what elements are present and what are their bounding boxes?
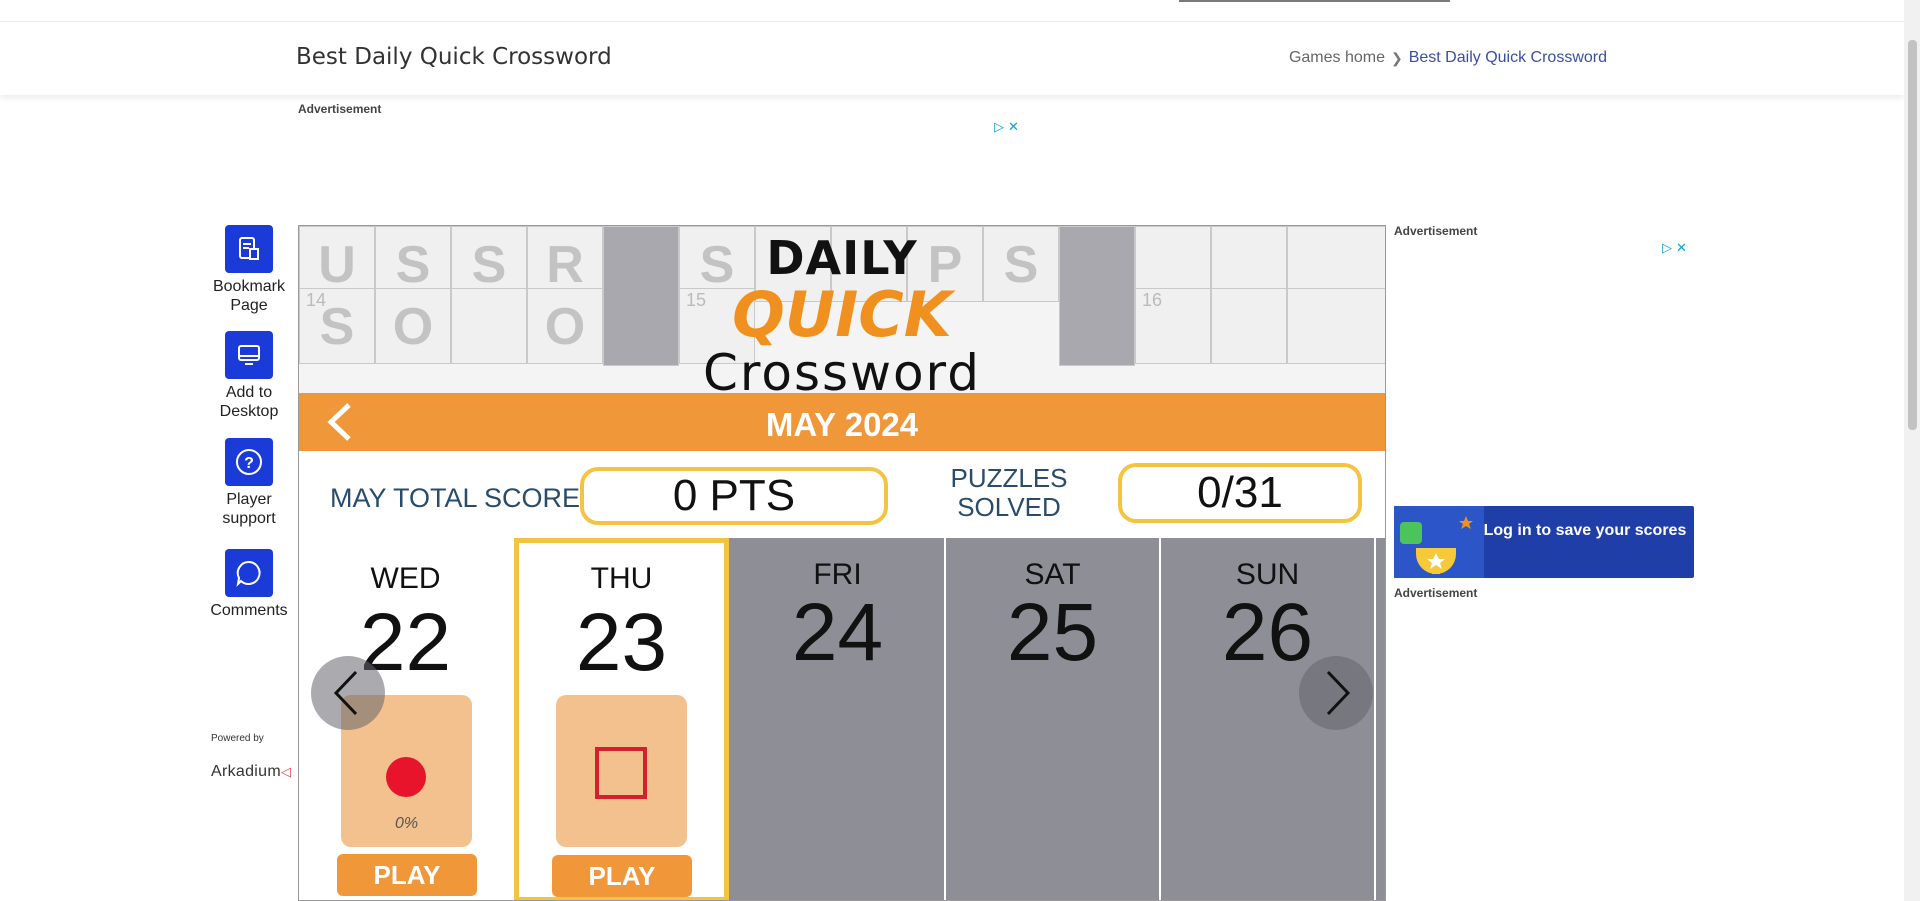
scrollbar-thumb[interactable] [1908,40,1917,430]
page-scrollbar[interactable] [1904,0,1920,901]
cell-number: 16 [1142,290,1163,310]
not-started-square-icon [595,747,647,799]
ad-controls-top: ▷ ✕ [994,119,1019,135]
day-card-thu[interactable]: THU 23 PLAY [514,538,729,900]
score-panel: MAY TOTAL SCORE 0 PTS PUZZLES SOLVED 0/3… [299,451,1385,538]
days-carousel: WED 22 0% PLAY THU 23 PLAY FRI 24 SAT 25… [299,538,1385,900]
ad-choices-icon[interactable]: ▷ [994,119,1004,135]
game-banner: U S S R S P S 14 S O O 15 16 DAILY QUICK … [299,226,1385,393]
ad-close-icon[interactable]: ✕ [1008,119,1019,135]
puzzles-solved-label: PUZZLES SOLVED [950,463,1068,522]
total-score-label: MAY TOTAL SCORE [330,483,581,513]
site-header: Best Daily Quick Crossword Games home ❯ … [0,22,1904,95]
month-header: MAY 2024 [299,393,1385,451]
sidebar-item-label: Player support [222,491,276,527]
breadcrumb: Games home ❯ Best Daily Quick Crossword [1289,49,1607,67]
ad-label-right-lower: Advertisement [1394,586,1478,600]
breadcrumb-games-home[interactable]: Games home [1289,49,1385,67]
arkadium-logo[interactable]: Arkadium◁ [211,763,291,781]
banner-cell: O [375,288,451,364]
chevron-right-icon: ❯ [1390,49,1403,66]
play-button[interactable]: PLAY [337,854,477,896]
logo-line-daily: DAILY [766,231,918,285]
chevron-right-icon [1326,670,1351,716]
sidebar-item-label: Add to Desktop [219,384,279,420]
banner-cell: 16 [1135,288,1211,364]
carousel-prev-button[interactable] [311,656,385,730]
powered-by-label: Powered by [211,733,264,744]
desktop-icon[interactable] [225,331,273,379]
day-of-week: THU [590,562,653,595]
trophy-icon [1394,506,1484,578]
top-divider [1179,0,1450,2]
svg-text:?: ? [244,455,254,472]
banner-cell: 14 S [299,288,375,364]
progress-percent: 0% [394,815,419,832]
logo-line-crossword: Crossword [703,344,981,393]
banner-cell: O [527,288,603,364]
play-button[interactable]: PLAY [552,855,692,897]
ad-label-top: Advertisement [298,102,382,116]
day-card-sat: SAT 25 [946,538,1161,900]
ad-close-icon[interactable]: ✕ [1676,240,1687,256]
total-score-value: 0 PTS [580,467,888,525]
banner-cell [1287,288,1385,364]
day-number: 25 [1006,587,1099,678]
month-label: MAY 2024 [765,406,919,443]
day-card-fri: FRI 24 [731,538,946,900]
ad-controls-right: ▷ ✕ [1662,240,1687,256]
logo-line-quick: QUICK [732,278,952,351]
ad-label-right: Advertisement [1394,224,1478,238]
puzzles-solved-value: 0/31 [1118,463,1362,523]
login-text: Log in to save your scores [1483,522,1687,539]
breadcrumb-current[interactable]: Best Daily Quick Crossword [1409,49,1607,67]
crossword-game: U S S R S P S 14 S O O 15 16 DAILY QUICK … [298,225,1386,901]
day-number: 23 [575,597,668,688]
sidebar-item-label: Bookmark Page [212,278,286,314]
day-number: 24 [791,587,884,678]
cell-number: 14 [306,290,327,310]
banner-black-cell [1059,226,1135,366]
sidebar-item-comments[interactable]: Comments [209,549,289,620]
brand-name: Arkadium [211,763,281,780]
sidebar-item-player-support[interactable]: ? Player support [209,438,289,528]
top-strip [0,0,1920,22]
sidebar-item-label: Comments [210,602,288,619]
chevron-left-icon [333,670,358,716]
banner-cell [1211,288,1287,364]
sidebar-item-bookmark[interactable]: Bookmark Page [209,225,289,315]
banner-cell [451,288,527,364]
ad-choices-icon[interactable]: ▷ [1662,240,1672,256]
sidebar-item-add-desktop[interactable]: Add to Desktop [209,331,289,421]
arkadium-mark-icon: ◁ [280,764,292,779]
daily-quick-crossword-logo: DAILY QUICK Crossword [662,232,1022,393]
carousel-next-button[interactable] [1299,656,1373,730]
day-of-week: WED [370,562,441,595]
puzzle-status-tile [556,695,687,847]
login-save-scores-banner[interactable]: Log in to save your scores [1394,506,1694,578]
chat-icon[interactable] [225,549,273,597]
page-title: Best Daily Quick Crossword [296,44,612,70]
question-icon[interactable]: ? [225,438,273,486]
bookmark-page-icon[interactable] [225,225,273,273]
